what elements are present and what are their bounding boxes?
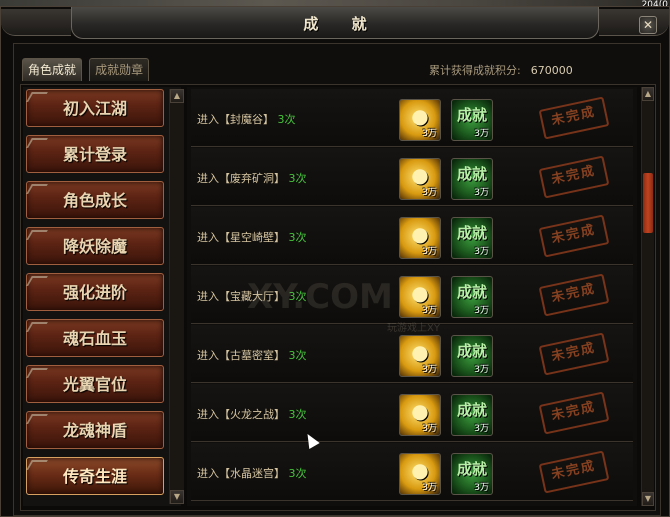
close-button[interactable]: ✕ bbox=[639, 16, 657, 34]
category-scrollbar[interactable]: ▲ ▼ bbox=[169, 89, 184, 504]
tab-achievement-medals[interactable]: 成就勋章 bbox=[89, 58, 150, 81]
gold-reward[interactable]: ● 3万 bbox=[399, 158, 441, 200]
achievement-scrollbar[interactable]: ▲ ▼ bbox=[641, 87, 654, 506]
gold-coin-icon: ● bbox=[411, 104, 429, 128]
title-decoration-left bbox=[1, 9, 71, 36]
category-item-selected[interactable]: 传奇生涯 bbox=[26, 457, 164, 495]
title-decoration-right: ✕ bbox=[599, 9, 669, 36]
scrollbar-thumb[interactable] bbox=[643, 173, 653, 233]
achievement-description: 进入【火龙之战】 3次 bbox=[197, 408, 307, 421]
tab-bar: 角色成就 成就勋章 bbox=[22, 58, 151, 82]
status-stamp: 未完成 bbox=[538, 214, 610, 258]
achievement-row: 进入【星空崎壁】 3次 ● 3万 成就 3万 未完成 bbox=[191, 207, 633, 265]
category-item[interactable]: 强化进阶 bbox=[26, 273, 164, 311]
category-item[interactable]: 累计登录 bbox=[26, 135, 164, 173]
gold-reward[interactable]: ● 3万 bbox=[399, 394, 441, 436]
status-stamp: 未完成 bbox=[538, 332, 610, 376]
gold-reward[interactable]: ● 3万 bbox=[399, 99, 441, 141]
achievement-points-icon: 成就 bbox=[456, 283, 487, 301]
achievement-description: 进入【水晶迷宫】 3次 bbox=[197, 467, 307, 480]
achievement-description: 进入【封魔谷】 3次 bbox=[197, 113, 296, 126]
achievement-points-reward[interactable]: 成就 3万 bbox=[451, 453, 493, 495]
achievement-points-reward[interactable]: 成就 3万 bbox=[451, 335, 493, 377]
category-scroll-up-button[interactable]: ▲ bbox=[170, 89, 184, 103]
achievement-list: 进入【封魔谷】 3次 ● 3万 成就 3万 未完成 进入【废弃矿洞】 3次 ● 3万 … bbox=[187, 87, 637, 506]
gold-coin-icon: ● bbox=[411, 340, 429, 364]
arrow-down-icon: ▼ bbox=[644, 494, 652, 503]
achievement-points-reward[interactable]: 成就 3万 bbox=[451, 394, 493, 436]
achievement-row: 进入【火龙之战】 3次 ● 3万 成就 3万 未完成 bbox=[191, 384, 633, 442]
gold-coin-icon: ● bbox=[411, 163, 429, 187]
achievement-window: ✕ 成 就 角色成就 成就勋章 累计获得成就积分: 670000 初入江湖 累计登… bbox=[0, 6, 670, 517]
category-scroll-down-button[interactable]: ▼ bbox=[170, 490, 184, 504]
status-stamp: 未完成 bbox=[538, 155, 610, 199]
achievement-score: 累计获得成就积分: 670000 bbox=[429, 62, 573, 78]
achievement-points-icon: 成就 bbox=[456, 106, 487, 124]
gold-coin-icon: ● bbox=[411, 399, 429, 423]
site-watermark: XY.COM bbox=[247, 277, 393, 317]
arrow-down-icon: ▼ bbox=[173, 492, 181, 501]
achievement-description: 进入【废弃矿洞】 3次 bbox=[197, 172, 307, 185]
category-item[interactable]: 魂石血玉 bbox=[26, 319, 164, 357]
category-item[interactable]: 初入江湖 bbox=[26, 89, 164, 127]
close-icon: ✕ bbox=[642, 18, 654, 32]
achievement-points-icon: 成就 bbox=[456, 165, 487, 183]
category-list: 初入江湖 累计登录 角色成长 降妖除魔 强化进阶 魂石血玉 光翼官位 龙魂神盾 … bbox=[23, 87, 184, 506]
status-stamp: 未完成 bbox=[538, 450, 610, 494]
category-item[interactable]: 龙魂神盾 bbox=[26, 411, 164, 449]
score-value: 670000 bbox=[530, 64, 573, 77]
achievement-points-reward[interactable]: 成就 3万 bbox=[451, 99, 493, 141]
title-bar: 成 就 bbox=[71, 7, 599, 39]
achievement-description: 进入【星空崎壁】 3次 bbox=[197, 231, 307, 244]
gold-reward[interactable]: ● 3万 bbox=[399, 453, 441, 495]
tab-character-achievements[interactable]: 角色成就 bbox=[22, 58, 83, 81]
achievement-points-reward[interactable]: 成就 3万 bbox=[451, 276, 493, 318]
gold-reward[interactable]: ● 3万 bbox=[399, 335, 441, 377]
content-area: 初入江湖 累计登录 角色成长 降妖除魔 强化进阶 魂石血玉 光翼官位 龙魂神盾 … bbox=[20, 84, 656, 511]
achievement-row: 进入【封魔谷】 3次 ● 3万 成就 3万 未完成 bbox=[191, 89, 633, 147]
gold-reward[interactable]: ● 3万 bbox=[399, 217, 441, 259]
achievement-points-icon: 成就 bbox=[456, 224, 487, 242]
achievement-scroll-down-button[interactable]: ▼ bbox=[642, 492, 654, 506]
score-label: 累计获得成就积分: bbox=[429, 64, 521, 77]
gold-reward[interactable]: ● 3万 bbox=[399, 276, 441, 318]
status-stamp: 未完成 bbox=[538, 273, 610, 317]
main-panel: 角色成就 成就勋章 累计获得成就积分: 670000 初入江湖 累计登录 角色成长… bbox=[13, 43, 661, 516]
category-item[interactable]: 降妖除魔 bbox=[26, 227, 164, 265]
achievement-description: 进入【古墓密室】 3次 bbox=[197, 349, 307, 362]
achievement-points-reward[interactable]: 成就 3万 bbox=[451, 158, 493, 200]
status-stamp: 未完成 bbox=[538, 391, 610, 435]
arrow-up-icon: ▲ bbox=[644, 89, 652, 98]
gold-coin-icon: ● bbox=[411, 281, 429, 305]
achievement-points-reward[interactable]: 成就 3万 bbox=[451, 217, 493, 259]
status-stamp: 未完成 bbox=[538, 96, 610, 140]
achievement-row: 进入【水晶迷宫】 3次 ● 3万 成就 3万 未完成 bbox=[191, 443, 633, 501]
achievement-points-icon: 成就 bbox=[456, 401, 487, 419]
achievement-points-icon: 成就 bbox=[456, 460, 487, 478]
gold-coin-icon: ● bbox=[411, 222, 429, 246]
category-item[interactable]: 角色成长 bbox=[26, 181, 164, 219]
gold-coin-icon: ● bbox=[411, 458, 429, 482]
achievement-scroll-up-button[interactable]: ▲ bbox=[642, 87, 654, 101]
achievement-points-icon: 成就 bbox=[456, 342, 487, 360]
achievement-row: 进入【废弃矿洞】 3次 ● 3万 成就 3万 未完成 bbox=[191, 148, 633, 206]
arrow-up-icon: ▲ bbox=[173, 91, 181, 100]
window-title: 成 就 bbox=[303, 15, 381, 33]
site-watermark-sub: 玩游戏上XY bbox=[387, 323, 440, 334]
category-item[interactable]: 光翼官位 bbox=[26, 365, 164, 403]
